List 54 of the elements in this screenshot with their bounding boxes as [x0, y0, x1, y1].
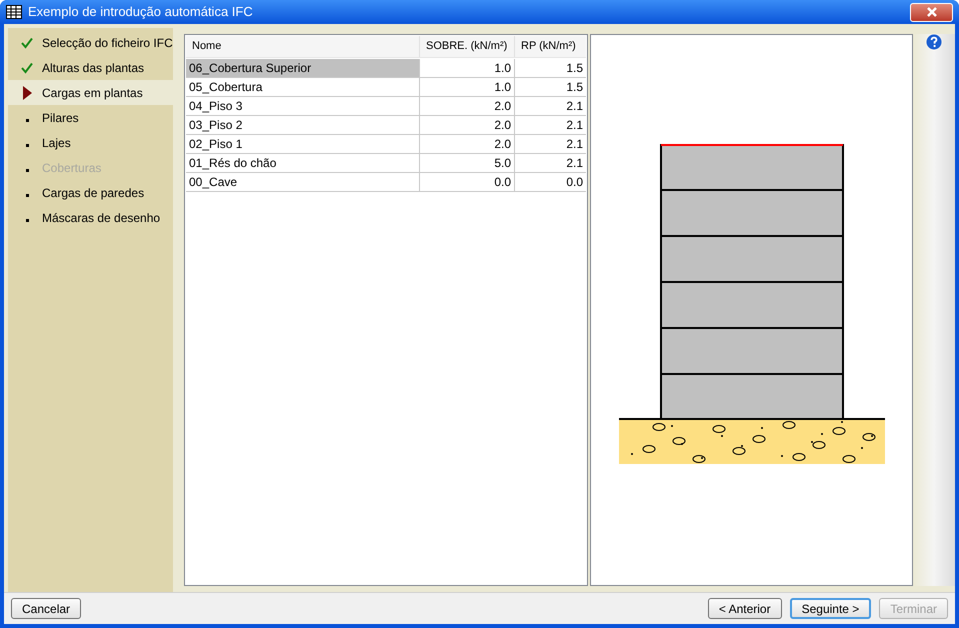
step-item[interactable]: Máscaras de desenho: [8, 205, 173, 230]
checkmark-icon: [21, 36, 33, 48]
table-cell: 2.1: [514, 116, 586, 134]
close-button[interactable]: [910, 2, 953, 22]
table-cell: 1.5: [514, 78, 586, 96]
table-cell: 2.1: [514, 154, 586, 172]
step-item[interactable]: Alturas das plantas: [8, 55, 173, 80]
dialog-button[interactable]: < Anterior: [708, 598, 782, 619]
table-cell-text: 02_Piso 1: [188, 136, 244, 153]
checkmark-icon: [21, 62, 33, 74]
column-header[interactable]: SOBRE. (kN/m²): [419, 36, 514, 57]
arrow-icon: [22, 86, 32, 100]
column-header[interactable]: Nome: [186, 36, 419, 57]
table-row[interactable]: 03_Piso 2 2.0 2.1: [186, 116, 586, 135]
dialog-button[interactable]: Seguinte >: [790, 598, 872, 619]
column-header[interactable]: RP (kN/m²): [514, 36, 586, 57]
table-cell-text: 04_Piso 3: [188, 98, 244, 115]
step-item[interactable]: Lajes: [8, 130, 173, 155]
table-cell-text: 00_Cave: [188, 174, 238, 191]
table-cell: 1.5: [514, 59, 586, 77]
bullet-icon: [26, 144, 28, 147]
table-cell: 5.0: [419, 154, 514, 172]
step-item[interactable]: Cargas de paredes: [8, 180, 173, 205]
table-row[interactable]: 05_Cobertura 1.0 1.5: [186, 78, 586, 97]
table-row[interactable]: 04_Piso 3 2.0 2.1: [186, 97, 586, 116]
table-cell: 0.0: [419, 173, 514, 191]
bullet-icon: [26, 169, 28, 172]
step-item[interactable]: Selecção do ficheiro IFC: [8, 30, 173, 55]
table-row[interactable]: 06_Cobertura Superior 1.0 1.5: [186, 59, 586, 78]
table-cell: 2.0: [419, 116, 514, 134]
step-item[interactable]: Pilares: [8, 105, 173, 130]
table-cell: 2.1: [514, 135, 586, 153]
table-cell: 1.0: [419, 59, 514, 77]
table-cell-text: 01_Rés do chão: [188, 155, 278, 172]
table-row[interactable]: 00_Cave 0.0 0.0: [186, 173, 586, 192]
step-item[interactable]: Cargas em plantas: [8, 80, 173, 105]
table-cell: 2.0: [419, 97, 514, 115]
table-cell-text: 05_Cobertura: [188, 79, 264, 96]
help-icon[interactable]: [926, 34, 942, 50]
table-cell: 2.0: [419, 135, 514, 153]
table-row[interactable]: 01_Rés do chão 5.0 2.1: [186, 154, 586, 173]
bullet-icon: [26, 194, 28, 197]
table-cell-text: 03_Piso 2: [188, 117, 244, 134]
dialog-button[interactable]: Cancelar: [11, 598, 82, 619]
close-icon: [926, 7, 936, 17]
bullet-icon: [26, 219, 28, 222]
table-icon: [6, 5, 22, 19]
table-cell: 2.1: [514, 97, 586, 115]
table-cell: 06_Cobertura Superior: [186, 59, 419, 77]
bullet-icon: [26, 119, 28, 122]
window-title: Exemplo de introdução automática IFC: [28, 3, 253, 22]
table-cell: 0.0: [514, 173, 586, 191]
table-row[interactable]: 02_Piso 1 2.0 2.1: [186, 135, 586, 154]
table-cell: 1.0: [419, 78, 514, 96]
